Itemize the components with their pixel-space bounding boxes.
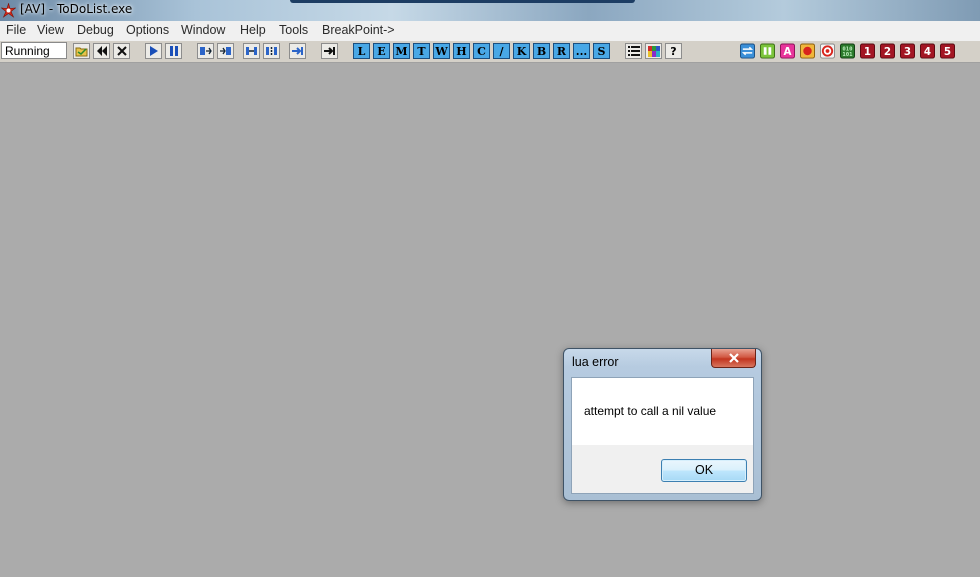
open-file-icon[interactable] <box>73 43 90 59</box>
lua-error-dialog: lua error attempt to call a nil value OK <box>563 348 762 501</box>
breakpoint-jump-icon[interactable] <box>321 43 338 59</box>
refresh-icon[interactable] <box>739 43 756 59</box>
references-window-button[interactable]: R <box>553 43 570 59</box>
toolbar: Running L E M T W H C / K B R ... S ? A … <box>0 41 980 63</box>
bookmark-5-label: 5 <box>944 46 951 58</box>
run-to-cursor-icon[interactable] <box>263 43 280 59</box>
close-icon[interactable] <box>711 349 756 368</box>
a-pink-icon[interactable]: A <box>779 43 796 59</box>
step-into-icon[interactable] <box>197 43 214 59</box>
run-trace-window-button[interactable]: ... <box>573 43 590 59</box>
stop-icon[interactable] <box>113 43 130 59</box>
bookmark-4-button[interactable]: 4 <box>919 43 936 59</box>
status-field: Running <box>1 42 67 59</box>
patches-window-button[interactable]: / <box>493 43 510 59</box>
bookmark-2-button[interactable]: 2 <box>879 43 896 59</box>
binary-icon[interactable]: 010 101 <box>839 43 856 59</box>
bookmark-3-label: 3 <box>904 46 911 58</box>
rewind-icon[interactable] <box>93 43 110 59</box>
dialog-title: lua error <box>572 355 619 369</box>
menu-tools[interactable]: Tools <box>279 23 308 37</box>
workspace <box>0 63 980 577</box>
ok-button[interactable]: OK <box>661 459 747 482</box>
cpu-window-button[interactable]: C <box>473 43 490 59</box>
menu-options[interactable]: Options <box>126 23 169 37</box>
menu-breakpoint[interactable]: BreakPoint-> <box>322 23 395 37</box>
color-palette-icon[interactable] <box>645 43 662 59</box>
bookmark-3-button[interactable]: 3 <box>899 43 916 59</box>
dialog-body: attempt to call a nil value OK <box>571 377 754 494</box>
record-icon[interactable] <box>799 43 816 59</box>
windows-window-button[interactable]: W <box>433 43 450 59</box>
bookmark-1-button[interactable]: 1 <box>859 43 876 59</box>
svg-text:101: 101 <box>842 52 853 58</box>
title-bar-highlight <box>290 0 635 3</box>
step-out-icon[interactable] <box>243 43 260 59</box>
modules-window-button[interactable]: E <box>373 43 390 59</box>
call-stack-window-button[interactable]: K <box>513 43 530 59</box>
menu-view[interactable]: View <box>37 23 64 37</box>
menu-file[interactable]: File <box>6 23 26 37</box>
step-over-icon[interactable] <box>217 43 234 59</box>
run-icon[interactable] <box>145 43 162 59</box>
window-title: [AV] - ToDoList.exe <box>20 2 133 16</box>
breakpoints-window-button[interactable]: B <box>533 43 550 59</box>
error-message: attempt to call a nil value <box>584 404 717 418</box>
jump-to-line-icon[interactable] <box>289 43 306 59</box>
menu-debug[interactable]: Debug <box>77 23 114 37</box>
red-star-icon[interactable] <box>1 3 16 18</box>
pause-green-icon[interactable] <box>759 43 776 59</box>
menu-help[interactable]: Help <box>240 23 266 37</box>
threads-window-button[interactable]: T <box>413 43 430 59</box>
source-window-button[interactable]: S <box>593 43 610 59</box>
pause-icon[interactable] <box>165 43 182 59</box>
svg-text:A: A <box>784 46 792 58</box>
handles-window-button[interactable]: H <box>453 43 470 59</box>
title-bar: [AV] - ToDoList.exe <box>0 0 980 22</box>
menu-window[interactable]: Window <box>181 23 225 37</box>
memory-window-button[interactable]: M <box>393 43 410 59</box>
target-icon[interactable] <box>819 43 836 59</box>
bookmark-5-button[interactable]: 5 <box>939 43 956 59</box>
message-area: attempt to call a nil value <box>572 378 753 445</box>
help-icon[interactable]: ? <box>665 43 682 59</box>
menu-bar: File View Debug Options Window Help Tool… <box>0 21 980 42</box>
bookmark-1-label: 1 <box>864 46 871 58</box>
bookmark-4-label: 4 <box>924 46 931 58</box>
bookmark-2-label: 2 <box>884 46 891 58</box>
list-view-icon[interactable] <box>625 43 642 59</box>
log-window-button[interactable]: L <box>353 43 370 59</box>
